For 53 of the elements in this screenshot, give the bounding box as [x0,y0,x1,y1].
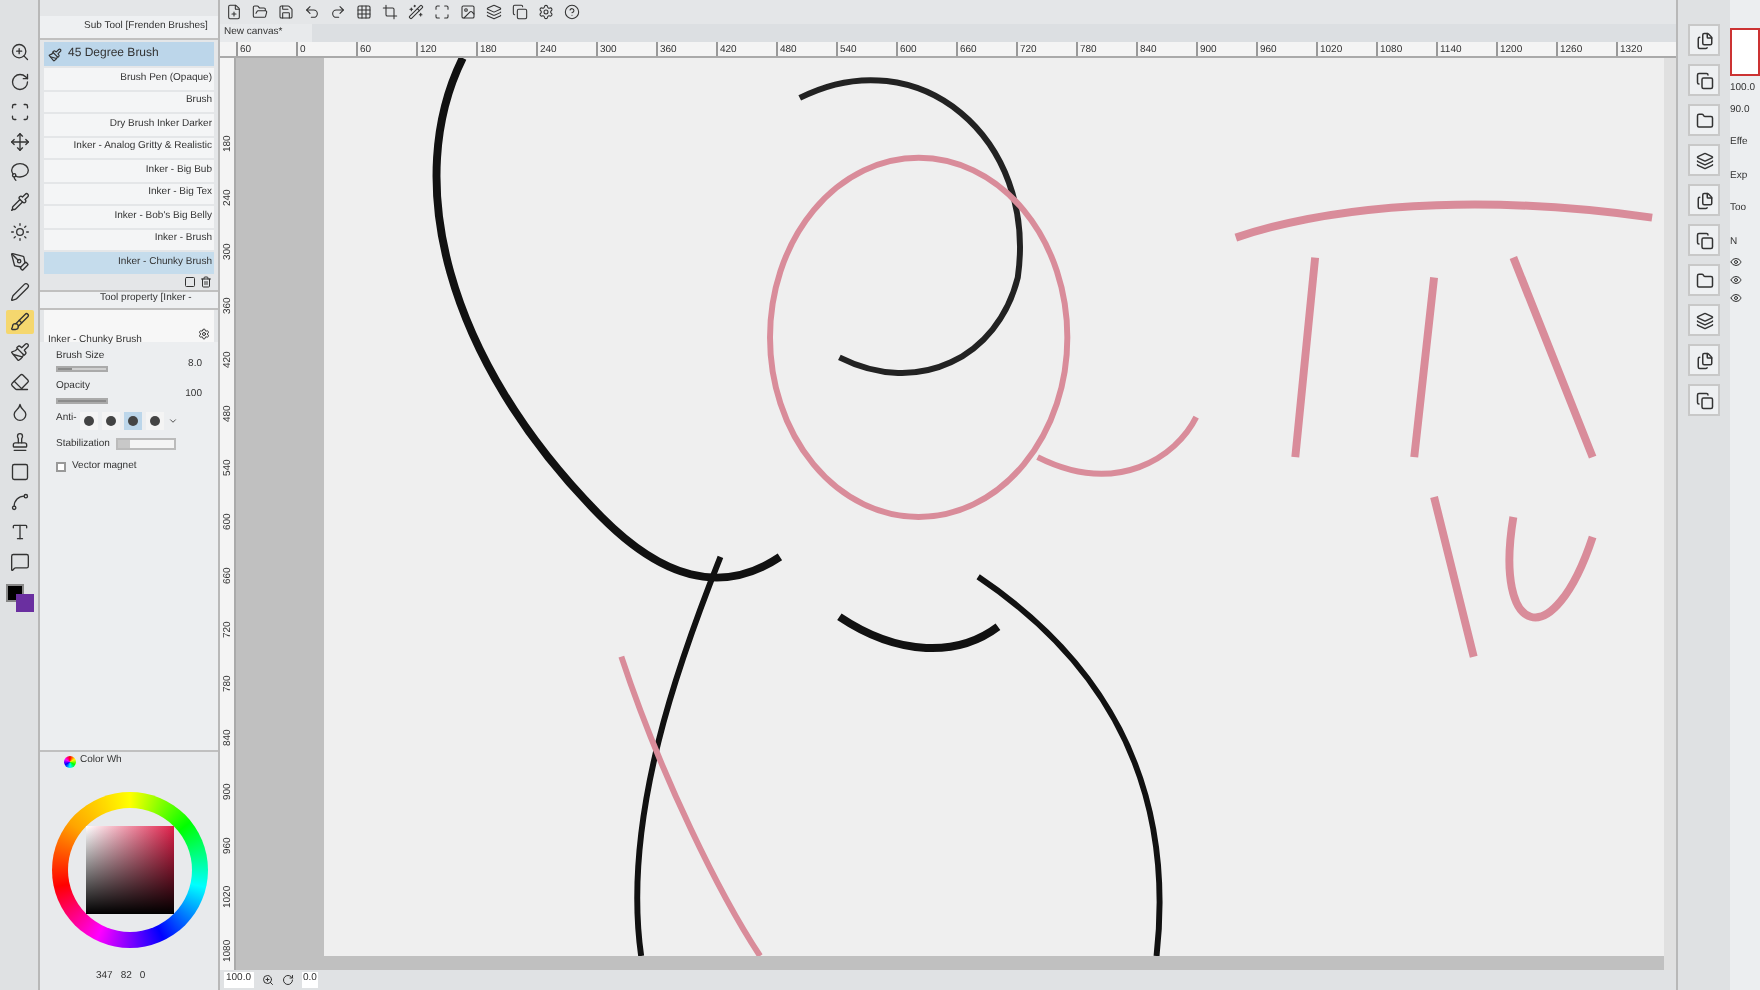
move-icon[interactable] [5,130,33,154]
speech-bubble-icon[interactable] [5,550,33,574]
brush-icon[interactable] [5,310,33,334]
color-wheel-icon [64,756,76,768]
panel-icon[interactable] [1688,144,1720,176]
stabilization-slider[interactable] [115,438,176,451]
anti-alias-option[interactable] [80,411,99,429]
color-square[interactable] [85,825,173,913]
save-icon[interactable] [278,4,294,20]
image-icon[interactable] [460,4,476,20]
undo-icon[interactable] [304,4,320,20]
eye-icon[interactable] [1730,274,1742,286]
paintbrush-icon[interactable] [5,340,33,364]
new-file-icon[interactable] [226,4,242,20]
color-swatch-icon[interactable] [5,584,33,612]
grid-icon[interactable] [356,4,372,20]
trash-icon[interactable] [200,275,212,287]
panel-icon[interactable] [1688,64,1720,96]
dropdown-icon[interactable] [168,415,179,425]
anti-alias-option[interactable] [124,411,143,429]
eye-icon[interactable] [1730,292,1742,304]
panel-icon[interactable] [1688,384,1720,416]
wand-icon[interactable] [408,4,424,20]
navigator-preview[interactable] [1730,28,1760,76]
copy-icon[interactable] [512,4,528,20]
help-icon[interactable] [564,4,580,20]
panel-icon[interactable] [1688,224,1720,256]
eraser-icon[interactable] [5,370,33,394]
eye-icon[interactable] [1730,256,1742,268]
settings-icon[interactable] [198,327,210,339]
pen-icon[interactable] [5,280,33,304]
checkbox[interactable] [56,462,66,473]
settings-icon[interactable] [538,4,554,20]
anti-alias-option[interactable] [102,411,121,429]
panel-icon[interactable] [1688,104,1720,136]
panel-icon[interactable] [1688,24,1720,56]
slider-track[interactable] [56,366,108,372]
layers-icon[interactable] [486,4,502,20]
folder-icon[interactable] [252,4,268,20]
brush-icon [48,47,62,61]
lasso-icon[interactable] [5,160,33,184]
zoom-icon[interactable] [261,974,274,986]
expand-icon[interactable] [434,4,450,20]
panel-icon[interactable] [1688,344,1720,376]
panel-icon[interactable] [1688,184,1720,216]
panel-icon[interactable] [1688,264,1720,296]
redo-icon[interactable] [330,4,346,20]
crop-icon[interactable] [382,4,398,20]
anti-alias-option[interactable] [146,411,165,429]
rotate-icon[interactable] [281,974,294,986]
pen-nib-icon[interactable] [5,250,33,274]
scrollbar[interactable] [1664,58,1676,970]
panel-icon[interactable] [1688,304,1720,336]
